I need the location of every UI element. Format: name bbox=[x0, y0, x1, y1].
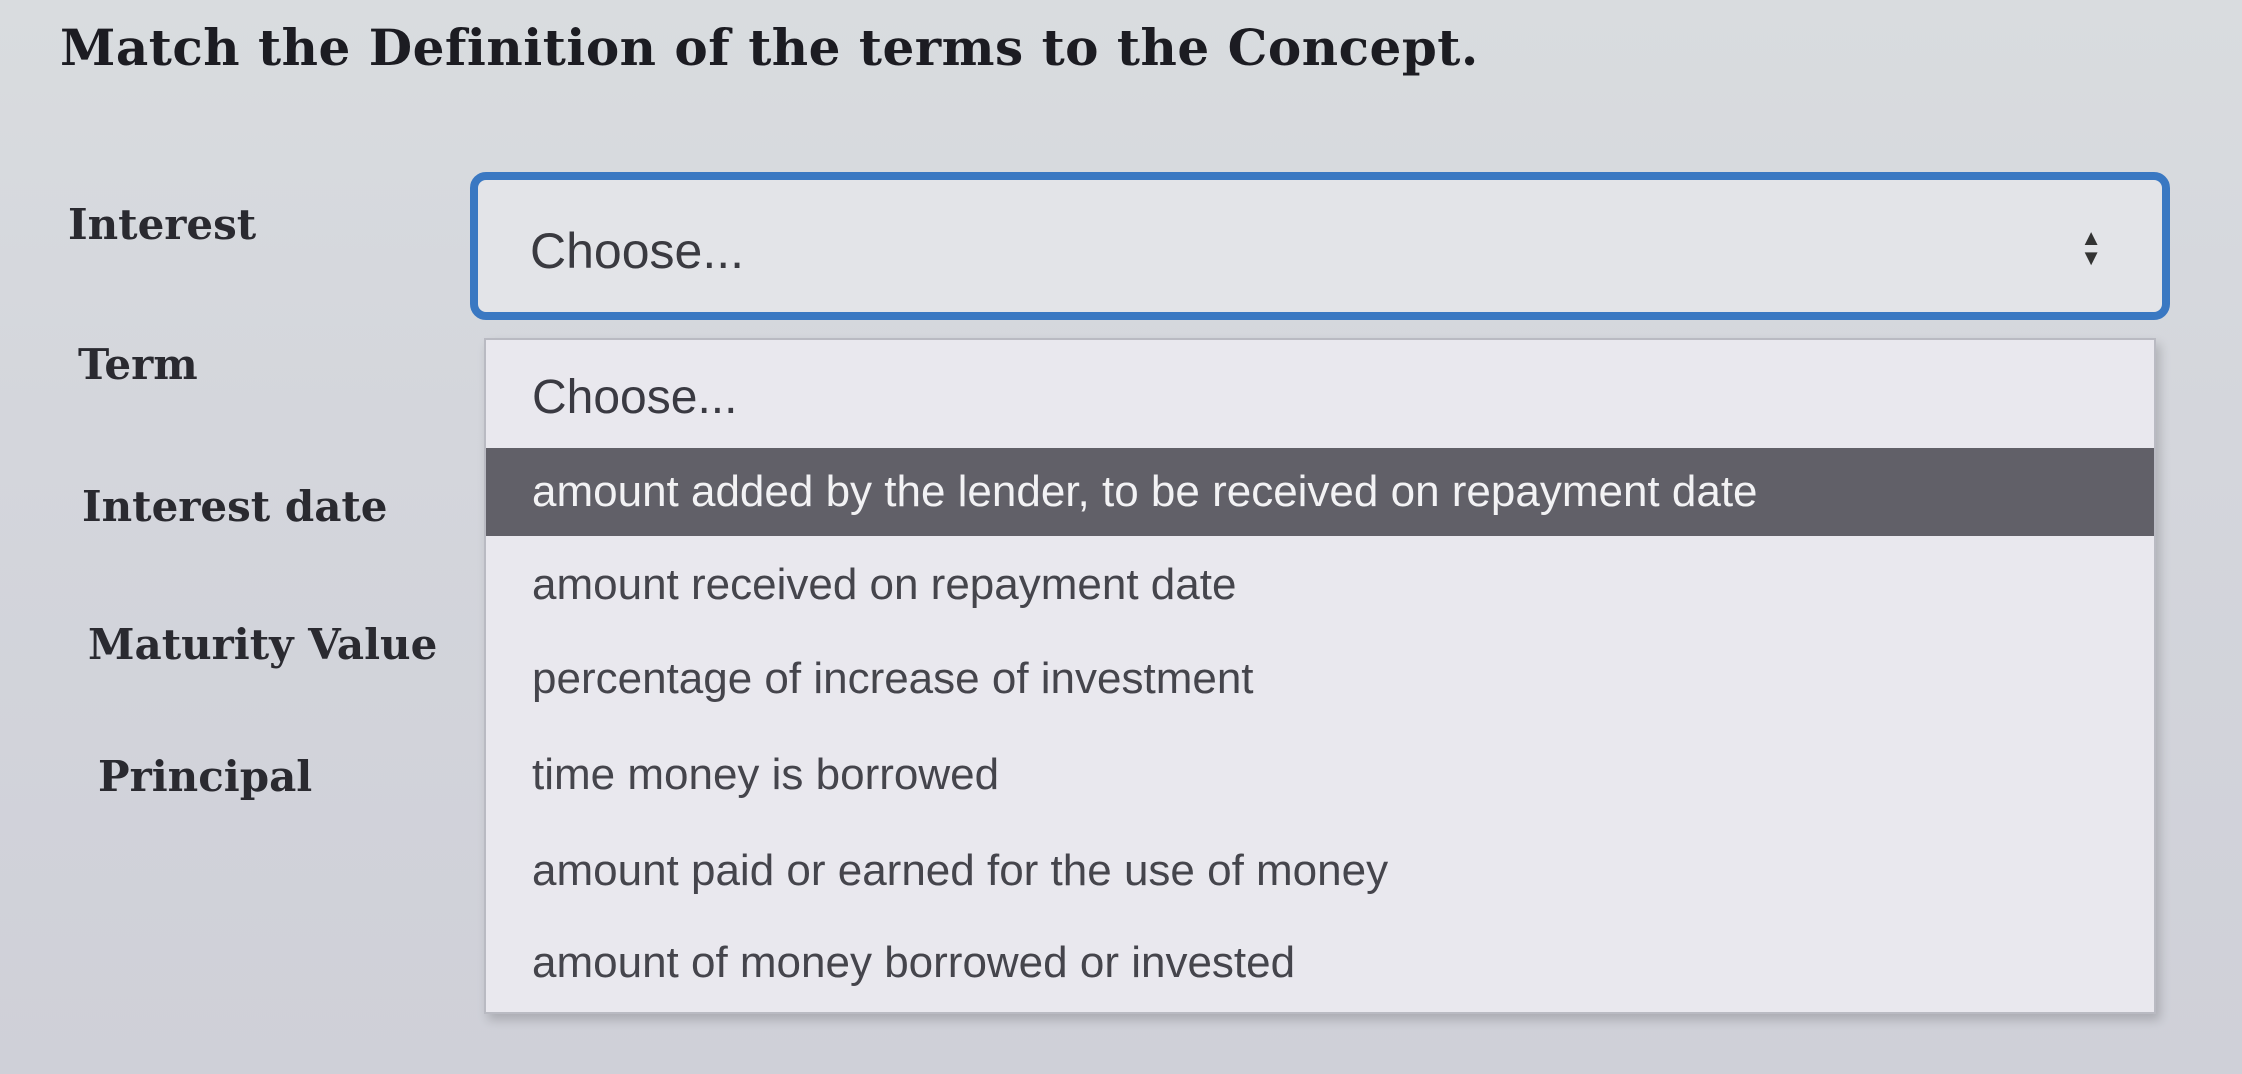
interest-select[interactable]: Choose... ▲ ▼ bbox=[470, 172, 2170, 320]
dropdown-option[interactable]: amount received on repayment date bbox=[486, 540, 2154, 630]
dropdown-option-highlighted[interactable]: amount added by the lender, to be receiv… bbox=[486, 448, 2154, 536]
term-label-principal: Principal bbox=[98, 752, 313, 801]
select-selected-value: Choose... bbox=[530, 223, 745, 279]
term-label-maturity-value: Maturity Value bbox=[88, 620, 438, 669]
term-label-term: Term bbox=[78, 340, 198, 389]
question-text: Match the Definition of the terms to the… bbox=[60, 18, 1479, 77]
dropdown-option-choose[interactable]: Choose... bbox=[486, 358, 2154, 438]
dropdown-option[interactable]: percentage of increase of investment bbox=[486, 632, 2154, 726]
dropdown-option[interactable]: amount paid or earned for the use of mon… bbox=[486, 824, 2154, 918]
dropdown-list: Choose... amount added by the lender, to… bbox=[484, 338, 2156, 1014]
term-label-interest: Interest bbox=[68, 200, 257, 249]
dropdown-option[interactable]: amount of money borrowed or invested bbox=[486, 916, 2154, 1010]
updown-arrows-icon: ▲ ▼ bbox=[2080, 225, 2102, 270]
term-label-interest-date: Interest date bbox=[82, 482, 388, 531]
dropdown-option[interactable]: time money is borrowed bbox=[486, 728, 2154, 822]
